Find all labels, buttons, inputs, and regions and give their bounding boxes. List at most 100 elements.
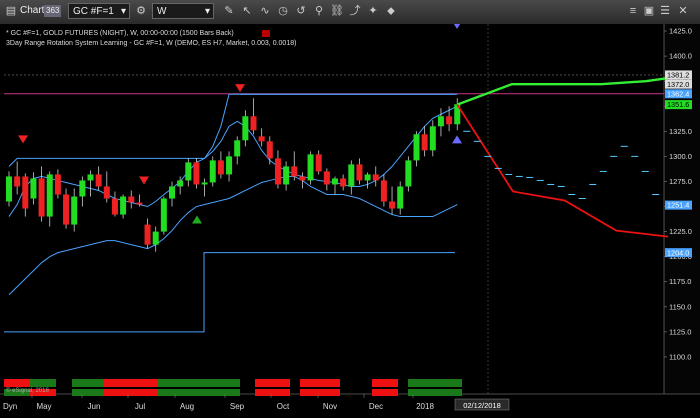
candle-up (201, 182, 208, 185)
dyn-label[interactable]: Dyn (3, 402, 17, 411)
histogram-top-bar (72, 379, 104, 387)
y-tick-label: 1325.0 (669, 127, 692, 136)
candle-up (348, 164, 355, 187)
close-icon[interactable]: ✕ (676, 4, 690, 18)
candle-up (185, 162, 192, 181)
study-flag-icon (262, 30, 270, 37)
candle-up (413, 134, 420, 161)
price-tag-label: 1351.6 (667, 100, 689, 109)
price-tag-label: 1381.2 (667, 71, 689, 80)
histogram-bottom-bar (255, 389, 290, 396)
undo-icon[interactable]: ↺ (294, 4, 308, 18)
copyright: © eSignal, 2018 (6, 387, 49, 394)
histogram-bottom-bar (408, 389, 462, 396)
candle-up (226, 156, 233, 175)
twitter-icon[interactable]: ✦ (366, 4, 380, 18)
candle-up (405, 160, 412, 187)
x-tick-label: Oct (277, 402, 290, 411)
histogram-bottom-bar (72, 389, 104, 396)
histogram-bottom-bar (158, 389, 207, 396)
chevron-down-icon: ▾ (204, 6, 210, 17)
chart-label: Chart (20, 5, 45, 16)
candle-up (46, 174, 53, 217)
chart-badge: 363 (44, 5, 62, 17)
print-icon[interactable]: ▣ (642, 4, 656, 18)
candle-down (103, 186, 110, 199)
histogram-bottom-bar (104, 389, 158, 396)
wave-icon[interactable]: ∿ (258, 4, 272, 18)
histogram-bottom-bar (372, 389, 398, 396)
histogram-bottom-bar (300, 389, 340, 396)
cursor-date: 02/12/2018 (463, 401, 501, 410)
candle-up (160, 198, 167, 232)
gear-icon[interactable]: ⚙ (134, 4, 148, 18)
histogram-top-bar (158, 379, 207, 387)
y-tick-label: 1150.0 (669, 302, 691, 311)
candle-down (250, 116, 257, 131)
histogram-top-bar (29, 379, 56, 387)
candle-down (136, 202, 143, 205)
candle-up (332, 178, 338, 185)
symbol-value: GC #F=1 (73, 6, 114, 17)
candle-up (283, 166, 290, 185)
cursor-icon[interactable]: ↖ (240, 4, 254, 18)
header-line-1: * GC #F=1, GOLD FUTURES (NIGHT), W, 00:0… (6, 30, 234, 37)
chart-type-icon[interactable]: ▤ (4, 4, 18, 18)
histogram-top-bar (255, 379, 290, 387)
candle-down (22, 176, 29, 209)
price-chart[interactable]: 1100.01125.01150.01175.01200.01225.01250… (0, 21, 700, 413)
candle-up (169, 186, 175, 199)
histogram-top-bar (408, 379, 462, 387)
histogram-top-bar (104, 379, 158, 387)
clock-icon[interactable]: ◷ (276, 4, 290, 18)
candle-down (14, 176, 21, 187)
candle-up (437, 116, 444, 127)
list-icon[interactable]: ☰ (658, 4, 672, 18)
candle-up (234, 140, 241, 157)
candle-down (421, 134, 428, 151)
candle-down (193, 162, 200, 185)
candle-up (79, 180, 86, 197)
y-tick-label: 1300.0 (669, 152, 692, 161)
x-tick-label: Jun (88, 402, 101, 411)
candle-down (274, 158, 281, 185)
x-tick-label: Sep (230, 402, 245, 411)
price-tag-label: 1362.4 (667, 89, 689, 98)
candle-down (111, 198, 118, 215)
price-tag-label: 1372.0 (667, 80, 689, 89)
draw-tool-icon[interactable]: ✎ (222, 4, 236, 18)
candle-up (6, 176, 12, 202)
candle-down (144, 224, 151, 245)
candle-down (38, 178, 45, 217)
candle-up (71, 196, 78, 225)
candle-down (315, 154, 322, 172)
share-icon[interactable]: ⤴ (348, 4, 362, 18)
candle-down (372, 174, 379, 181)
y-tick-label: 1175.0 (669, 277, 691, 286)
candle-down (217, 160, 224, 175)
price-tag-label: 1251.4 (667, 201, 689, 210)
y-tick-label: 1225.0 (669, 227, 692, 236)
chevron-down-icon: ▾ (120, 6, 126, 17)
candle-down (291, 166, 298, 177)
magnify-icon[interactable]: ⚲ (312, 4, 326, 18)
candle-up (429, 126, 436, 151)
chart-toolbar: ▤ Chart 363 GC #F=1 ▾ ⚙ W ▾ ✎ ↖ ∿ ◷ ↺ ⚲ ⛓ … (0, 0, 700, 25)
grid-layer (0, 24, 700, 395)
candle-up (364, 174, 371, 181)
pin-icon[interactable]: ⬥ (384, 4, 398, 18)
x-tick-label: Jul (135, 402, 145, 411)
candle-down (340, 178, 347, 187)
candle-down (258, 136, 265, 142)
menu-icon[interactable]: ≡ (626, 4, 640, 18)
candle-down (380, 180, 387, 202)
histogram-top-bar (300, 379, 340, 387)
candle-down (356, 164, 363, 181)
symbol-input[interactable]: GC #F=1 ▾ (68, 3, 130, 19)
chart-area[interactable]: 1100.01125.01150.01175.01200.01225.01250… (0, 21, 700, 413)
link-icon[interactable]: ⛓ (330, 4, 344, 18)
interval-select[interactable]: W ▾ (152, 3, 214, 19)
candle-up (152, 231, 159, 245)
candle-down (446, 116, 453, 125)
candle-down (323, 171, 330, 185)
